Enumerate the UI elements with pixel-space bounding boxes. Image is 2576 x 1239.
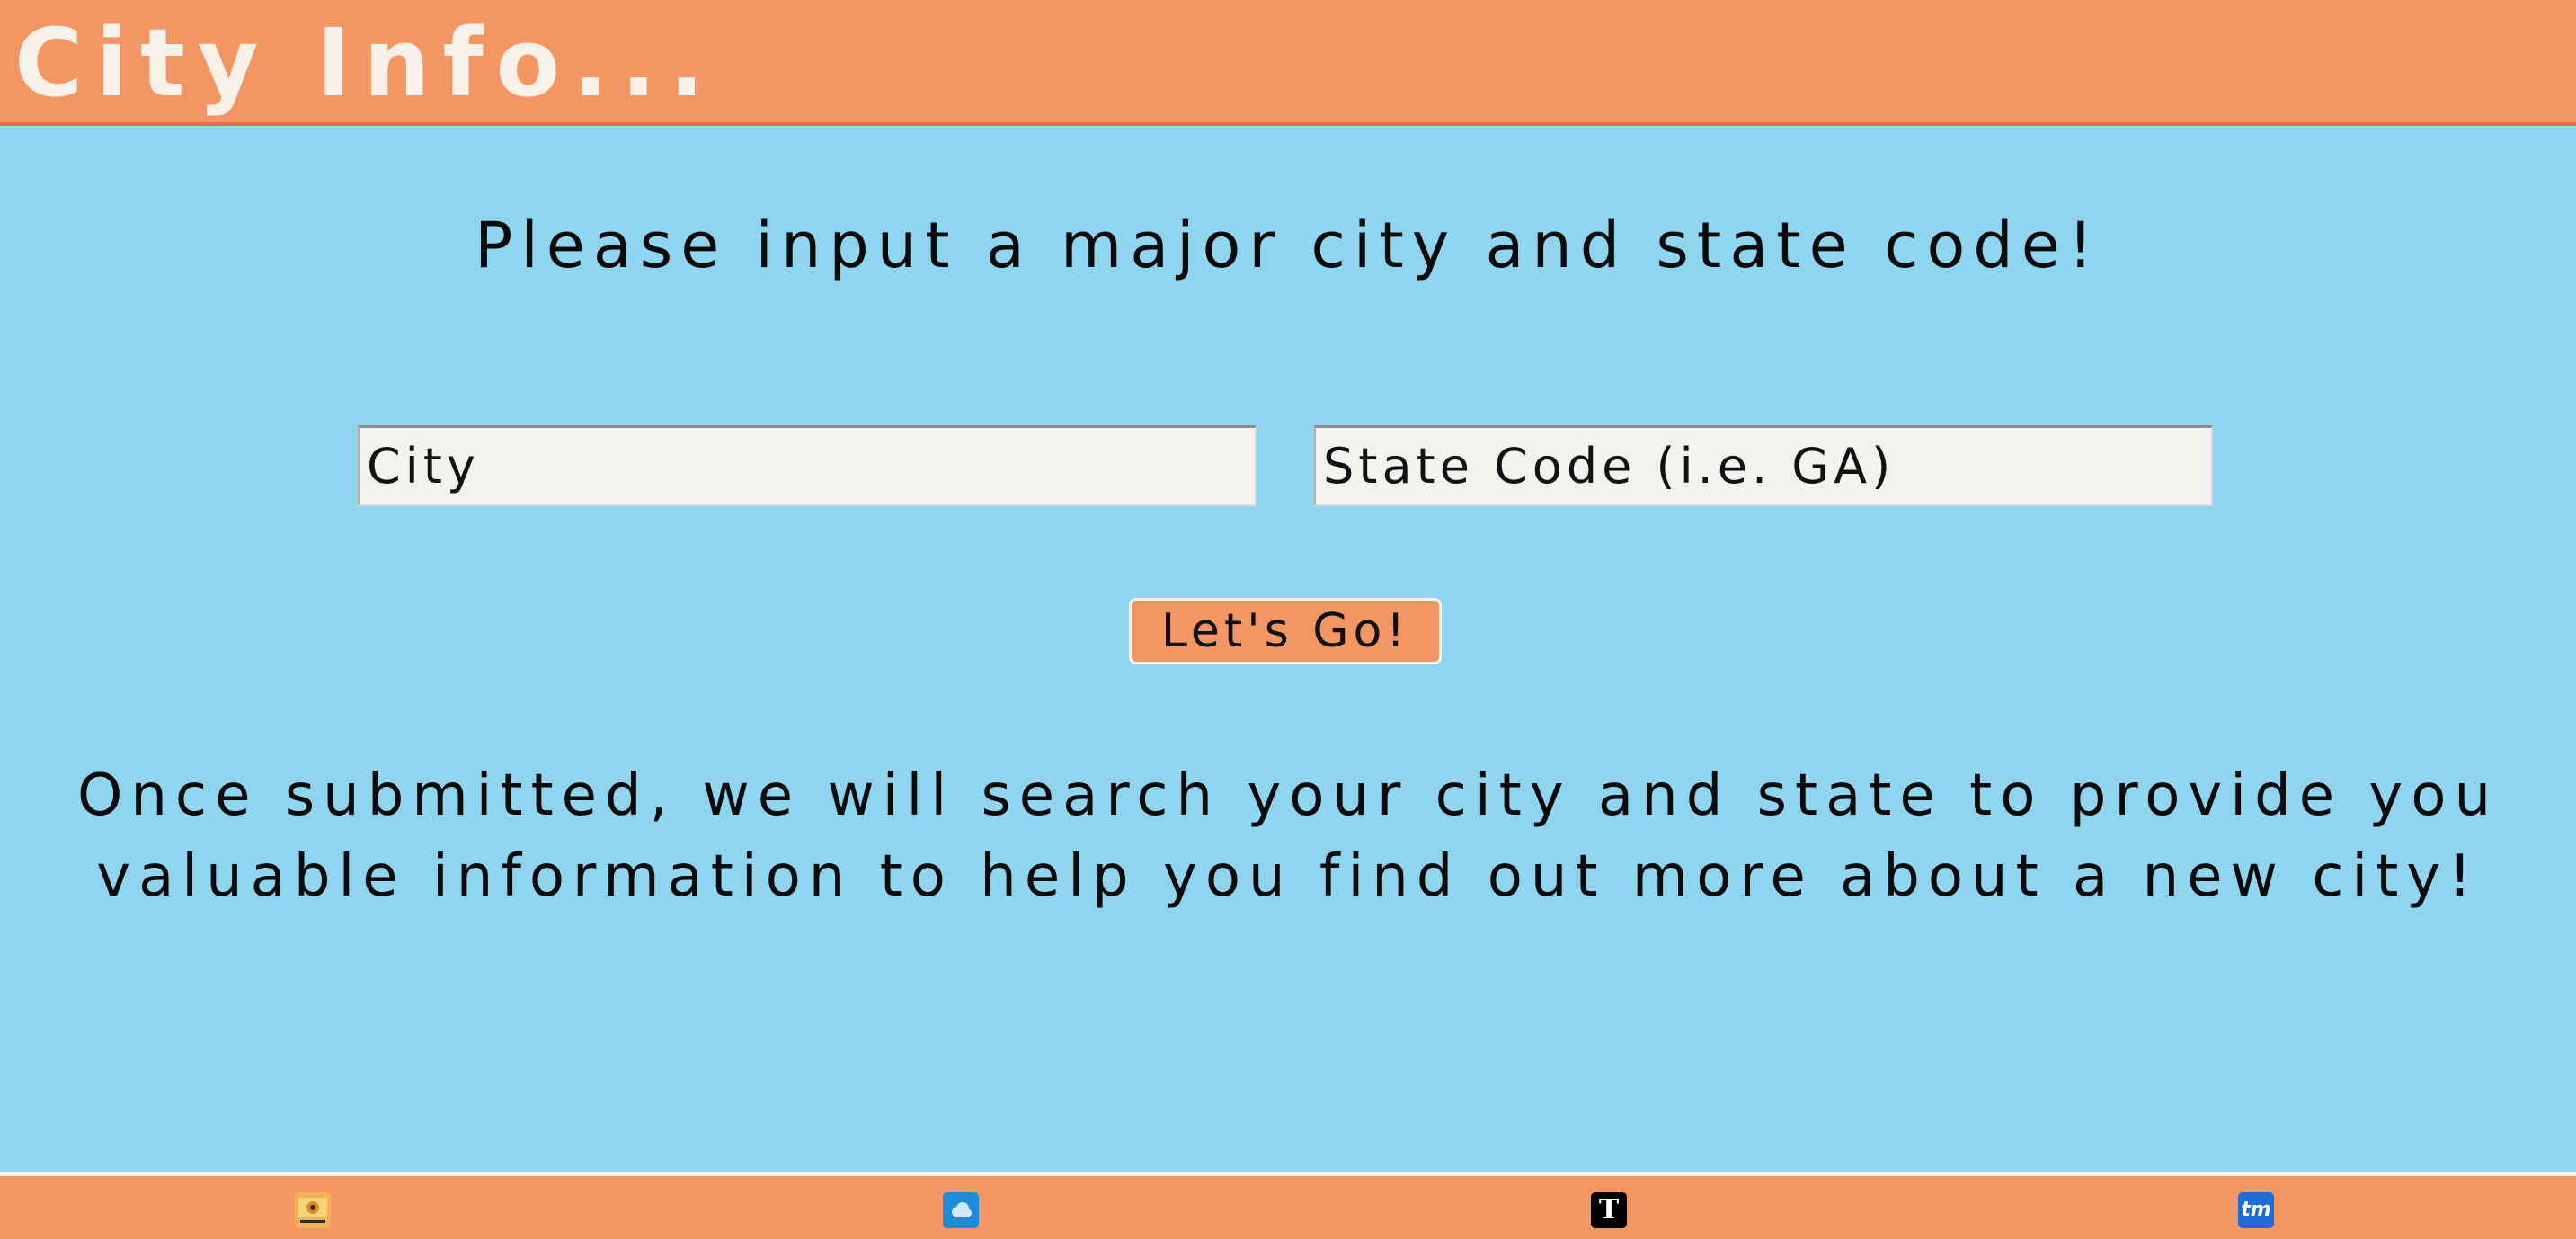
input-prompt: Please input a major city and state code… xyxy=(475,209,2101,282)
ticketmaster-link[interactable]: tm xyxy=(2238,1192,2274,1228)
nyt-logo-icon: T xyxy=(1598,1194,1620,1226)
sun-logo-link[interactable] xyxy=(295,1192,331,1228)
nyt-link[interactable]: T xyxy=(1591,1192,1627,1228)
main-content: Please input a major city and state code… xyxy=(0,126,2576,1172)
lets-go-button[interactable]: Let's Go! xyxy=(1129,598,1442,664)
city-input[interactable] xyxy=(358,425,1257,506)
app-title: City Info... xyxy=(14,8,717,118)
description-text: Once submitted, we will search your city… xyxy=(76,762,2500,910)
ticketmaster-icon: tm xyxy=(2241,1199,2271,1221)
page-header: City Info... xyxy=(0,0,2576,126)
state-code-input[interactable] xyxy=(1314,425,2213,506)
page-footer: T tm xyxy=(0,1172,2576,1239)
weather-cloud-icon xyxy=(952,1202,972,1217)
sun-logo-icon xyxy=(298,1198,327,1223)
weather-link[interactable] xyxy=(943,1192,979,1228)
